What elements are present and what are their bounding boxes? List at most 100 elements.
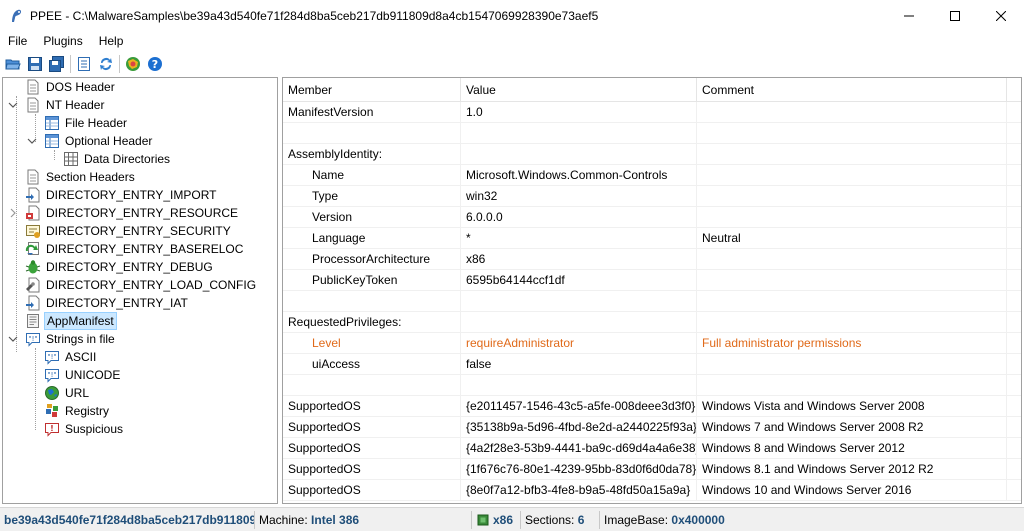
tree-item-directory-entry-debug[interactable]: DIRECTORY_ENTRY_DEBUG [25,258,215,276]
help-button[interactable]: ? [144,53,166,75]
chevron-down-icon[interactable] [8,334,18,344]
window-title: PPEE - C:\MalwareSamples\be39a43d540fe71… [30,8,599,23]
tree-item-label: AppManifest [44,312,117,330]
tree-item-ascii[interactable]: "!" ASCII [44,348,98,366]
app-logo-icon [12,9,22,22]
tree-item-optional-header[interactable]: Optional Header [27,132,154,150]
column-header-value[interactable]: Value [461,78,697,102]
close-button[interactable] [978,0,1024,31]
table-row[interactable]: Level requireAdministrator Full administ… [283,333,1021,354]
hex-view-button[interactable] [73,53,95,75]
tree-item-directory-entry-basereloc[interactable]: DIRECTORY_ENTRY_BASERELOC [25,240,245,258]
tree-item-file-header[interactable]: File Header [44,114,129,132]
tree-item-appmanifest[interactable]: AppManifest [25,312,117,330]
open-button[interactable] [2,53,24,75]
tree-connector [16,96,17,352]
table-row[interactable] [283,375,1021,396]
table-row[interactable]: Name Microsoft.Windows.Common-Controls [283,165,1021,186]
tree-item-directory-entry-security[interactable]: DIRECTORY_ENTRY_SECURITY [25,222,233,240]
table-row[interactable]: SupportedOS {e2011457-1546-43c5-a5fe-008… [283,396,1021,417]
save-all-button[interactable] [46,53,68,75]
table-icon [45,134,59,148]
tree-item-data-directories[interactable]: Data Directories [63,150,172,168]
table-row[interactable]: ManifestVersion 1.0 [283,102,1021,123]
registry-icon [46,404,58,417]
cell-member: ManifestVersion [283,102,461,123]
table-row[interactable]: Version 6.0.0.0 [283,207,1021,228]
tree-view[interactable]: DOS Header NT Header File Header Optiona… [2,77,278,504]
chevron-down-icon[interactable] [27,136,37,146]
table-row[interactable]: Type win32 [283,186,1021,207]
table-row[interactable]: ProcessorArchitecture x86 [283,249,1021,270]
table-row[interactable]: SupportedOS {4a2f28e3-53b9-4441-ba9c-d69… [283,438,1021,459]
tree-item-suspicious[interactable]: ! Suspicious [44,420,125,438]
tree-connector [54,150,55,160]
tree-item-registry[interactable]: Registry [44,402,111,420]
tree-item-strings-in-file[interactable]: "!" Strings in file [8,330,117,348]
cell-comment [697,291,1007,312]
cell-value: 6.0.0.0 [461,207,697,228]
document-icon [27,169,39,185]
tree-item-dos-header[interactable]: DOS Header [25,78,117,96]
tree-item-label: DIRECTORY_ENTRY_DEBUG [46,260,213,274]
menu-bar: File Plugins Help [0,31,1024,51]
cell-comment: Windows Vista and Windows Server 2008 [697,396,1007,417]
minimize-button[interactable] [886,0,932,31]
cell-comment [697,165,1007,186]
menu-file[interactable]: File [0,31,35,51]
cell-member [283,123,461,144]
tree-item-url[interactable]: URL [44,384,91,402]
table-row[interactable]: SupportedOS {35138b9a-5d96-4fbd-8e2d-a24… [283,417,1021,438]
menu-help[interactable]: Help [91,31,132,51]
status-arch: x86 [472,510,520,530]
column-header-filler [1007,78,1021,102]
table-row[interactable]: SupportedOS {1f676c76-80e1-4239-95bb-83d… [283,459,1021,480]
tree-item-label: File Header [65,116,128,130]
save-button[interactable] [24,53,46,75]
tree-item-section-headers[interactable]: Section Headers [25,168,137,186]
grid-icon [64,152,78,166]
virustotal-button[interactable] [122,53,144,75]
cell-value: 6595b64144ccf1df [461,270,697,291]
status-machine-value: Intel 386 [311,512,360,527]
table-row[interactable]: AssemblyIdentity: [283,144,1021,165]
tree-item-directory-entry-import[interactable]: DIRECTORY_ENTRY_IMPORT [25,186,218,204]
table-row[interactable]: uiAccess false [283,354,1021,375]
table-row[interactable] [283,291,1021,312]
table-row[interactable]: SupportedOS {8e0f7a12-bfb3-4fe8-b9a5-48f… [283,480,1021,501]
chevron-down-icon[interactable] [8,100,18,110]
table-row[interactable]: RequestedPrivileges: [283,312,1021,333]
close-icon [996,10,1006,21]
cell-value: false [461,354,697,375]
cell-member: RequestedPrivileges: [283,312,461,333]
maximize-button[interactable] [932,0,978,31]
cell-comment: Windows 10 and Windows Server 2016 [697,480,1007,501]
cell-value: requireAdministrator [461,333,697,354]
refresh-button[interactable] [95,53,117,75]
tree-item-directory-entry-iat[interactable]: DIRECTORY_ENTRY_IAT [25,294,190,312]
table-row[interactable]: PublicKeyToken 6595b64144ccf1df [283,270,1021,291]
cell-value: {8e0f7a12-bfb3-4fe8-b9a5-48fd50a15a9a} [461,480,697,501]
table-row[interactable]: Language * Neutral [283,228,1021,249]
menu-plugins[interactable]: Plugins [35,31,90,51]
column-header-member[interactable]: Member [283,78,461,102]
tree-item-directory-entry-resource[interactable]: DIRECTORY_ENTRY_RESOURCE [8,204,240,222]
tree-item-label: DIRECTORY_ENTRY_LOAD_CONFIG [46,278,257,292]
tree-item-nt-header[interactable]: NT Header [8,96,106,114]
tree-item-directory-entry-load-config[interactable]: DIRECTORY_ENTRY_LOAD_CONFIG [25,276,258,294]
table-row[interactable] [283,123,1021,144]
svg-text:"!": "!" [47,353,56,361]
cell-member: Level [283,333,461,354]
toolbar: ? [0,52,1024,76]
cell-value: {1f676c76-80e1-4239-95bb-83d0f6d0da78} [461,459,697,480]
manifest-grid[interactable]: Member Value Comment ManifestVersion 1.0… [282,77,1022,504]
cell-member: SupportedOS [283,480,461,501]
column-header-comment[interactable]: Comment [697,78,1007,102]
cell-member [283,291,461,312]
tree-item-label: DIRECTORY_ENTRY_BASERELOC [46,242,244,256]
status-bar: be39a43d540fe71f284d8ba5ceb217db911809d8… [0,507,1024,531]
chevron-right-icon[interactable] [8,208,18,218]
tree-item-unicode[interactable]: "!" UNICODE [44,366,122,384]
status-imagebase-value: 0x400000 [671,512,725,527]
cell-member: SupportedOS [283,396,461,417]
